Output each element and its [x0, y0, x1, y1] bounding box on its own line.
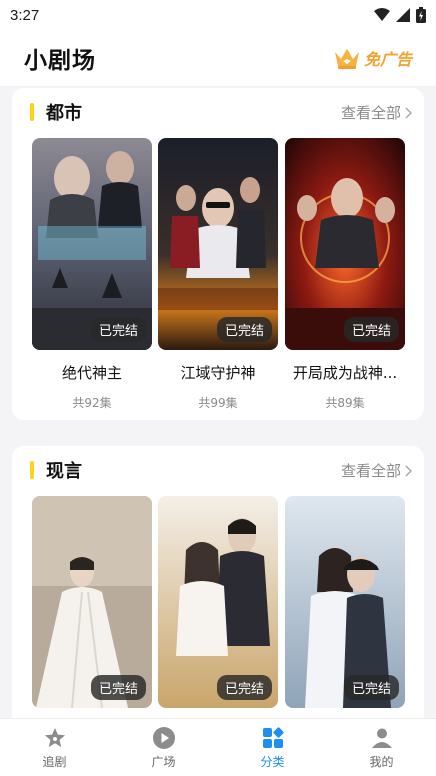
section-accent-bar: [30, 103, 34, 121]
see-all-link[interactable]: 查看全部: [341, 102, 412, 123]
tab-guangchang[interactable]: 广场: [109, 719, 218, 776]
crown-icon: [334, 49, 359, 69]
battery-icon: [416, 7, 426, 23]
no-ads-button[interactable]: 免广告: [333, 46, 412, 70]
section-accent-bar: [30, 461, 34, 479]
status-badge: 已完结: [343, 317, 399, 342]
chevron-right-icon: [405, 464, 412, 477]
app-header: 小剧场 免广告: [0, 30, 436, 86]
episode-count: 共89集: [325, 396, 365, 410]
drama-poster: 已完结: [158, 138, 278, 350]
status-badge: 已完结: [90, 317, 146, 342]
status-badge: 已完结: [90, 675, 146, 700]
drama-poster: 已完结: [158, 496, 278, 708]
signal-icon: [396, 8, 410, 22]
user-icon: [371, 728, 392, 748]
tab-label: 广场: [151, 754, 176, 769]
play-icon: [152, 726, 175, 749]
section-header: 都市 查看全部: [12, 88, 424, 138]
status-badge: 已完结: [216, 317, 272, 342]
drama-poster: 已完结: [32, 138, 152, 350]
drama-title: 绝代神主: [61, 364, 122, 382]
drama-title: 开局成为战神...: [292, 364, 398, 382]
section-title: 现言: [46, 461, 82, 482]
tab-zhuiju[interactable]: 追剧: [0, 719, 109, 776]
wifi-icon: [374, 8, 390, 21]
drama-poster: 已完结: [285, 138, 405, 350]
see-all-label: 查看全部: [340, 462, 401, 480]
section-xianyan: 现言 查看全部 已完结 已完结 已完结: [12, 446, 424, 718]
see-all-label: 查看全部: [340, 104, 401, 122]
status-time: 3:27: [10, 6, 40, 24]
drama-poster: 已完结: [32, 496, 152, 708]
tab-label: 分类: [260, 754, 285, 769]
bottom-tab-bar: 追剧 广场 分类 我的: [0, 718, 436, 776]
chevron-right-icon: [405, 106, 412, 119]
episode-count: 共92集: [72, 396, 112, 410]
star-icon: [44, 727, 65, 747]
tab-fenlei[interactable]: 分类: [218, 719, 327, 776]
tab-label: 我的: [369, 754, 394, 769]
episode-count: 共99集: [198, 396, 238, 410]
status-badge: 已完结: [343, 675, 399, 700]
status-badge: 已完结: [216, 675, 272, 700]
see-all-link[interactable]: 查看全部: [341, 460, 412, 481]
section-title: 都市: [46, 103, 82, 124]
section-header: 现言 查看全部: [12, 446, 424, 496]
status-bar: 3:27: [0, 0, 436, 30]
category-icon: [262, 726, 284, 748]
status-icons: [374, 7, 426, 23]
content-area[interactable]: 都市 查看全部 已完结 绝代神主 共92集 已完结 江域守护神 共99集 已完结…: [0, 86, 436, 718]
drama-title: 江域守护神: [180, 364, 256, 382]
section-dushi: 都市 查看全部 已完结 绝代神主 共92集 已完结 江域守护神 共99集 已完结…: [12, 88, 424, 420]
drama-poster: 已完结: [285, 496, 405, 708]
tab-wode[interactable]: 我的: [327, 719, 436, 776]
no-ads-label: 免广告: [363, 50, 412, 69]
page-title: 小剧场: [24, 48, 96, 74]
tab-label: 追剧: [42, 754, 67, 769]
